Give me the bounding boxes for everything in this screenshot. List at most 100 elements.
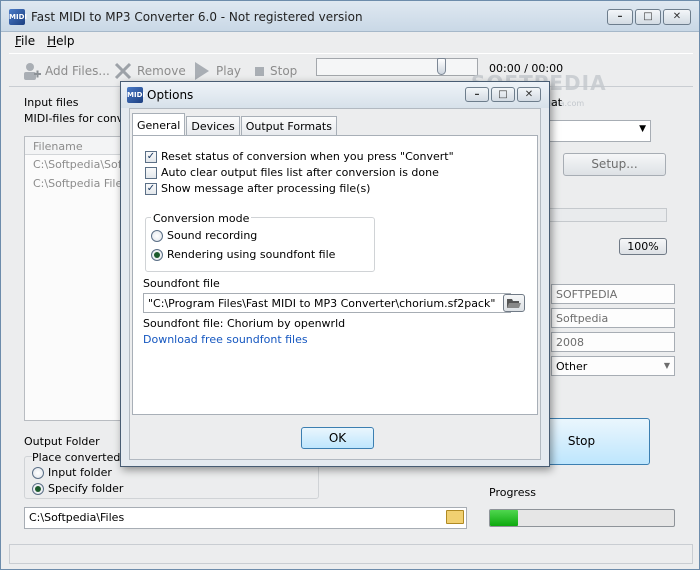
soundfont-path-field[interactable]: "C:\Program Files\Fast MIDI to MP3 Conve… — [143, 293, 511, 313]
show-message-label: Show message after processing file(s) — [161, 182, 371, 195]
menu-help-label: elp — [56, 34, 75, 48]
playback-track[interactable] — [316, 58, 478, 76]
specify-folder-radio-dot[interactable] — [32, 482, 44, 495]
reset-status-label: Reset status of conversion when you pres… — [161, 150, 454, 163]
general-tab-panel: ✓ Reset status of conversion when you pr… — [132, 135, 538, 415]
dialog-body: General Devices Output Formats ✓ Reset s… — [129, 108, 541, 460]
title-bar[interactable]: MIDI Fast MIDI to MP3 Converter 6.0 - No… — [1, 1, 699, 32]
stop-label: Stop — [270, 64, 298, 78]
stop-icon — [254, 61, 266, 81]
album-field[interactable]: Softpedia — [551, 308, 675, 328]
add-files-icon — [21, 61, 41, 81]
play-button[interactable]: Play — [192, 60, 241, 82]
specify-folder-label: Specify folder — [48, 482, 124, 495]
sound-recording-radio-dot[interactable] — [151, 229, 163, 242]
show-message-checkbox[interactable]: ✓ Show message after processing file(s) — [145, 182, 370, 195]
menu-file[interactable]: File — [9, 32, 41, 52]
chevron-down-icon: ▼ — [639, 124, 646, 134]
output-path-field[interactable]: C:\Softpedia\Files — [24, 507, 467, 529]
play-label: Play — [216, 64, 242, 78]
chevron-down-icon: ▼ — [663, 361, 670, 370]
menu-file-label: ile — [21, 34, 36, 48]
reset-status-check[interactable]: ✓ — [145, 150, 157, 163]
auto-clear-checkbox[interactable]: Auto clear output files list after conve… — [145, 166, 439, 179]
output-path-value: C:\Softpedia\Files — [29, 511, 125, 524]
add-files-label: Add Files... — [45, 64, 110, 78]
list-item[interactable]: C:\Softpedia Files\ — [25, 174, 120, 193]
soundfont-info: Soundfont file: Chorium by openwrld — [143, 317, 346, 330]
menu-help-mnemonic: H — [47, 34, 57, 48]
play-icon — [192, 61, 212, 81]
file-list[interactable]: Filename C:\Softpedia\Softp C:\Softpedia… — [24, 136, 121, 421]
setup-button[interactable]: Setup... — [563, 153, 666, 176]
menu-bar: File Help — [9, 32, 80, 52]
conversion-mode-group — [145, 217, 375, 272]
progress-label: Progress — [489, 486, 536, 499]
maximize-icon: □ — [643, 11, 653, 22]
artist-field[interactable]: SOFTPEDIA — [551, 284, 675, 304]
input-folder-radio[interactable]: Input folder — [32, 466, 112, 479]
list-item[interactable]: C:\Softpedia\Softp — [25, 155, 120, 174]
minimize-button[interactable]: – — [607, 9, 633, 25]
dialog-maximize-button[interactable]: □ — [491, 87, 515, 102]
add-files-button[interactable]: Add Files... — [21, 60, 110, 82]
menu-help[interactable]: Help — [41, 32, 80, 52]
maximize-button[interactable]: □ — [635, 9, 661, 25]
dialog-title-bar[interactable]: MIDI Options – □ ✕ — [121, 82, 549, 108]
app-icon: MIDI — [9, 9, 27, 25]
tab-output-formats[interactable]: Output Formats — [240, 116, 337, 135]
format-select[interactable]: ▼ — [549, 120, 651, 142]
sound-recording-radio[interactable]: Sound recording — [151, 229, 257, 242]
stop-button-toolbar[interactable]: Stop — [254, 60, 297, 82]
volume-button[interactable]: 100% — [619, 238, 667, 255]
browse-folder-icon[interactable] — [446, 510, 464, 524]
open-folder-icon — [507, 299, 521, 308]
dialog-app-icon: MIDI — [127, 87, 145, 103]
progress-fill — [490, 510, 518, 526]
soundfont-file-label: Soundfont file — [143, 277, 220, 290]
output-folder-label: Output Folder — [24, 435, 100, 448]
download-soundfont-link[interactable]: Download free soundfont files — [143, 333, 308, 346]
midi-files-label: MIDI-files for conver — [24, 112, 135, 125]
minimize-icon: – — [474, 89, 480, 100]
reset-status-checkbox[interactable]: ✓ Reset status of conversion when you pr… — [145, 150, 454, 163]
rendering-soundfont-label: Rendering using soundfont file — [167, 248, 336, 261]
conversion-mode-label: Conversion mode — [151, 212, 252, 225]
rendering-soundfont-radio[interactable]: Rendering using soundfont file — [151, 248, 335, 261]
specify-folder-radio[interactable]: Specify folder — [32, 482, 123, 495]
remove-button[interactable]: Remove — [113, 60, 186, 82]
genre-select[interactable]: Other ▼ — [551, 356, 675, 376]
tab-general[interactable]: General — [132, 113, 186, 135]
options-tabs: General Devices Output Formats — [132, 113, 338, 135]
dialog-close-button[interactable]: ✕ — [517, 87, 541, 102]
status-bar — [9, 544, 693, 564]
close-icon: ✕ — [672, 11, 682, 22]
genre-value: Other — [556, 360, 588, 373]
filename-column-header[interactable]: Filename — [25, 137, 120, 155]
dialog-title: Options — [147, 88, 194, 102]
auto-clear-check[interactable] — [145, 166, 157, 179]
dialog-minimize-button[interactable]: – — [465, 87, 489, 102]
input-folder-label: Input folder — [48, 466, 112, 479]
rendering-soundfont-radio-dot[interactable] — [151, 248, 163, 261]
close-button[interactable]: ✕ — [663, 9, 691, 25]
soundfont-path-value: "C:\Program Files\Fast MIDI to MP3 Conve… — [148, 297, 496, 310]
sound-recording-label: Sound recording — [167, 229, 258, 242]
playback-slider[interactable] — [437, 58, 446, 75]
options-dialog: MIDI Options – □ ✕ General Devices Outpu… — [120, 81, 550, 467]
auto-clear-label: Auto clear output files list after conve… — [161, 166, 439, 179]
tab-devices[interactable]: Devices — [186, 116, 240, 135]
minimize-icon: – — [617, 11, 623, 22]
close-icon: ✕ — [524, 89, 534, 100]
ok-button[interactable]: OK — [301, 427, 374, 449]
window-title: Fast MIDI to MP3 Converter 6.0 - Not reg… — [31, 10, 363, 24]
input-files-label: Input files — [24, 96, 79, 109]
year-field[interactable]: 2008 — [551, 332, 675, 352]
maximize-icon: □ — [498, 89, 508, 100]
open-soundfont-button[interactable] — [503, 294, 525, 312]
volume-track[interactable] — [549, 208, 667, 222]
output-format-label: at — [551, 96, 563, 109]
input-folder-radio-dot[interactable] — [32, 466, 44, 479]
show-message-check[interactable]: ✓ — [145, 182, 157, 195]
progress-bar — [489, 509, 675, 527]
